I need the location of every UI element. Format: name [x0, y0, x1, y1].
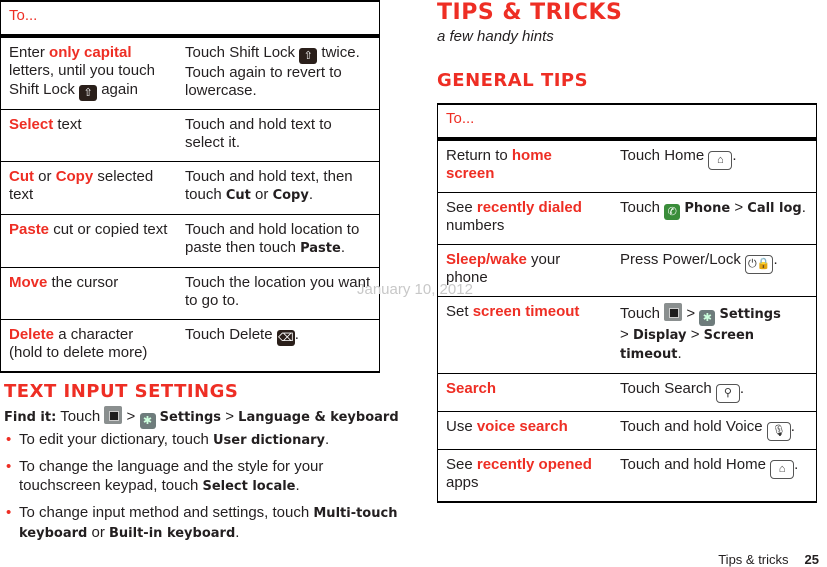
menu-icon	[664, 302, 683, 321]
left-tips-table: To... Enter only capital letters, until …	[0, 0, 380, 373]
home-icon: ⌂	[770, 459, 795, 479]
text-input-settings-heading: TEXT INPUT SETTINGS	[4, 381, 239, 402]
table-row: Sleep/wake your phone Press Power/Lock ⏻…	[438, 243, 816, 297]
general-tips-heading: GENERAL TIPS	[437, 70, 589, 91]
table-header: To...	[438, 104, 816, 141]
settings-bullet-list: To edit your dictionary, touch User dict…	[4, 430, 404, 550]
settings-gear-icon: ✱	[139, 413, 156, 429]
general-tips-table: To... Return to home screen Touch Home ⌂…	[437, 103, 817, 503]
page-number: 25	[804, 552, 819, 567]
power-lock-icon: ⏻🔒	[745, 254, 774, 274]
delete-icon: ⌫	[276, 329, 295, 346]
table-row: Search Touch Search ⚲.	[438, 372, 816, 412]
shift-lock-icon: ⇧	[79, 84, 98, 101]
list-item: To change the language and the style for…	[4, 457, 404, 496]
table-header: To...	[1, 1, 379, 38]
table-row: Move the cursor Touch the location you w…	[1, 266, 379, 320]
table-row: Return to home screen Touch Home ⌂.	[438, 138, 816, 193]
microphone-icon: 🎙	[766, 421, 791, 441]
shift-lock-icon: ⇧	[299, 47, 318, 64]
table-row: Select text Touch and hold text to selec…	[1, 108, 379, 162]
page-footer: Tips & tricks 25	[718, 552, 819, 567]
table-row: Delete a character (hold to delete more)…	[1, 318, 379, 372]
table-row: Set screen timeout Touch > ✱ Settings > …	[438, 295, 816, 374]
menu-icon	[104, 406, 123, 424]
table-row: See recently dialed numbers Touch ✆ Phon…	[438, 191, 816, 245]
table-row: Use voice search Touch and hold Voice 🎙.	[438, 410, 816, 450]
phone-app-icon: ✆	[664, 203, 681, 220]
page-subtitle: a few handy hints	[437, 28, 554, 45]
list-item: To change input method and settings, tou…	[4, 503, 404, 543]
find-it-path: Find it: Touch > ✱ Settings > Language &…	[4, 406, 399, 429]
table-row: Enter only capital letters, until you to…	[1, 35, 379, 110]
search-icon: ⚲	[715, 383, 740, 403]
list-item: To edit your dictionary, touch User dict…	[4, 430, 404, 450]
table-row: Paste cut or copied text Touch and hold …	[1, 213, 379, 268]
home-icon: ⌂	[708, 150, 733, 170]
table-row: Cut or Copy selected text Touch and hold…	[1, 160, 379, 215]
table-row: See recently opened apps Touch and hold …	[438, 448, 816, 502]
footer-section-label: Tips & tricks	[718, 552, 789, 567]
page-title: TIPS & TRICKS	[437, 0, 623, 25]
settings-gear-icon: ✱	[699, 309, 716, 326]
